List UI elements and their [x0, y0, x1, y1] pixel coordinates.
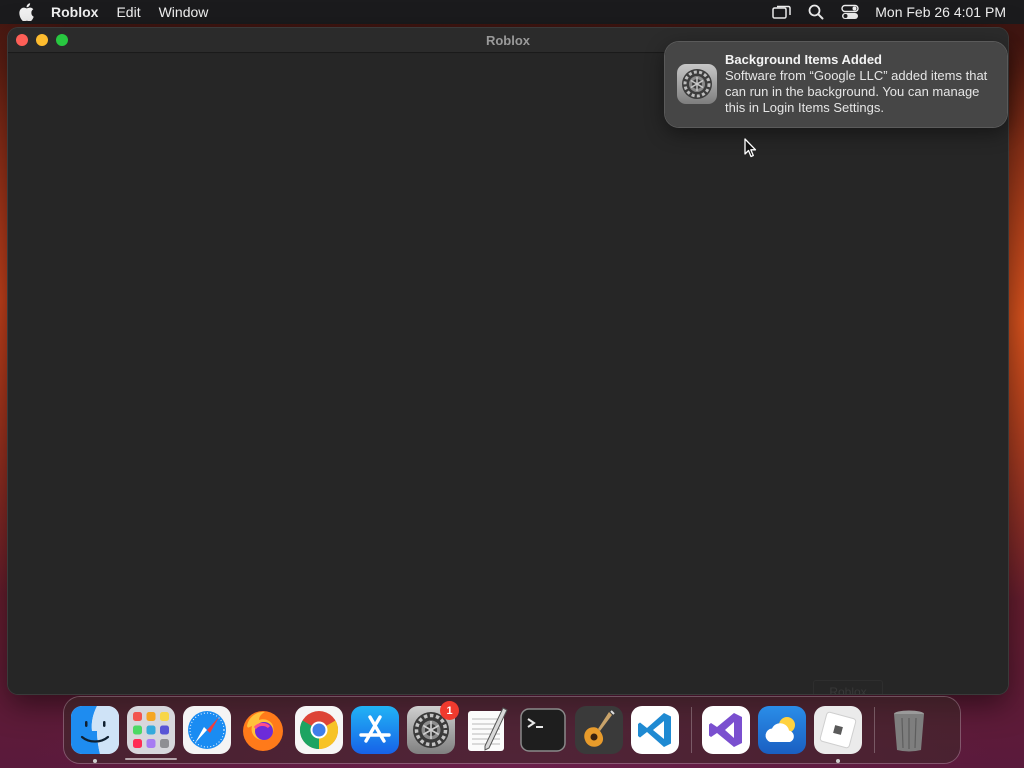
- mouse-cursor-icon: [744, 138, 758, 158]
- garageband-icon: [575, 706, 623, 754]
- notification-badge: 1: [440, 701, 459, 720]
- app-store-icon: [351, 706, 399, 754]
- menu-window[interactable]: Window: [159, 4, 209, 20]
- dock-visual-studio[interactable]: [702, 706, 750, 754]
- dock-trash[interactable]: [885, 706, 933, 754]
- notification-title: Background Items Added: [725, 52, 882, 67]
- menubar-clock[interactable]: Mon Feb 26 4:01 PM: [875, 4, 1006, 20]
- dock-firefox[interactable]: [239, 706, 287, 754]
- system-settings-gear-icon: [677, 64, 717, 104]
- menu-edit[interactable]: Edit: [116, 4, 140, 20]
- dock-separator: [691, 707, 692, 753]
- spotlight-search-icon[interactable]: [805, 3, 827, 21]
- dock-safari[interactable]: [183, 706, 231, 754]
- dock-terminal[interactable]: [519, 706, 567, 754]
- dock-finder[interactable]: [71, 706, 119, 763]
- roblox-icon: [814, 706, 862, 754]
- faint-roblox-button[interactable]: Roblox: [813, 680, 883, 694]
- dock-app-store[interactable]: [351, 706, 399, 754]
- finder-icon: [71, 706, 119, 754]
- running-indicator: [93, 759, 97, 763]
- dock-chrome[interactable]: [295, 706, 343, 754]
- background-items-notification[interactable]: Background Items Added Software from “Go…: [665, 42, 1007, 127]
- textedit-icon: [468, 707, 508, 751]
- dock-separator: [874, 707, 875, 753]
- dock-roblox[interactable]: [814, 706, 862, 763]
- dock-hover-indicator: [125, 758, 177, 760]
- safari-icon: [183, 706, 231, 754]
- screen-mirroring-icon[interactable]: [771, 3, 793, 21]
- visual-studio-icon: [702, 706, 750, 754]
- weather-icon: [758, 706, 806, 754]
- menu-bar: Roblox Edit Window Mon Feb 26 4:01 PM: [0, 0, 1024, 24]
- dock-system-settings[interactable]: 1: [407, 701, 459, 754]
- roblox-window: Roblox Roblox: [8, 28, 1008, 694]
- window-content: Roblox: [8, 54, 1008, 694]
- chrome-icon: [295, 706, 343, 754]
- vscode-icon: [631, 706, 679, 754]
- control-center-icon[interactable]: [839, 3, 861, 21]
- dock-garageband[interactable]: [575, 706, 623, 754]
- dock-textedit[interactable]: [463, 706, 511, 754]
- trash-icon: [894, 710, 924, 752]
- dock-weather[interactable]: [758, 706, 806, 754]
- dock: 1: [64, 697, 960, 763]
- dock-launchpad[interactable]: [127, 706, 175, 754]
- menu-app-name[interactable]: Roblox: [51, 4, 98, 20]
- apple-menu-icon[interactable]: [17, 3, 35, 21]
- dock-vscode[interactable]: [631, 706, 679, 754]
- notification-body: Software from “Google LLC” added items t…: [725, 68, 988, 115]
- running-indicator: [836, 759, 840, 763]
- firefox-icon: [243, 711, 283, 751]
- terminal-icon: [520, 708, 566, 752]
- launchpad-icon: [127, 706, 175, 754]
